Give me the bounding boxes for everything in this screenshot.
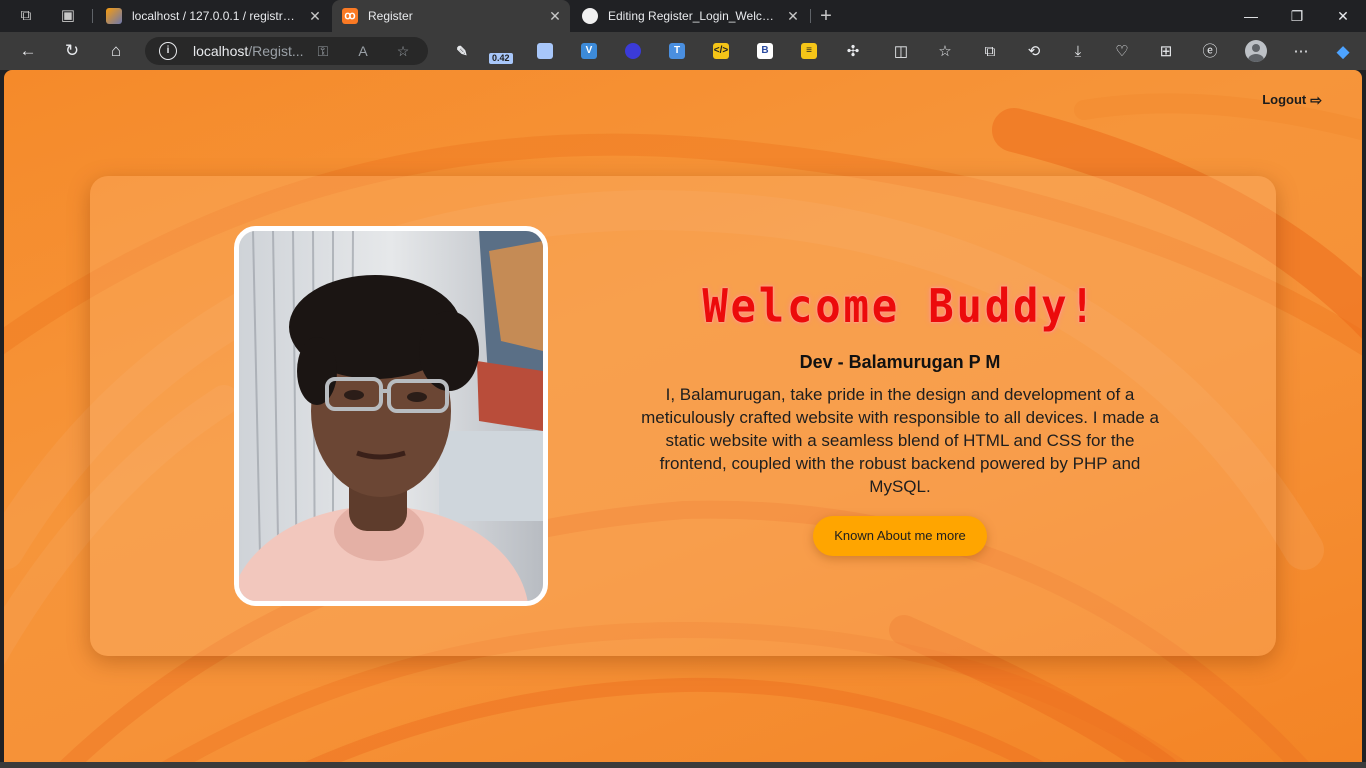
welcome-content: Welcome Buddy! Dev - Balamurugan P M I, … <box>630 278 1170 556</box>
close-tab-icon[interactable]: ✕ <box>548 0 562 32</box>
page-viewport: Logout ⇨ Welcome Buddy! Dev - Balamuruga… <box>4 70 1362 762</box>
welcome-card: Welcome Buddy! Dev - Balamurugan P M I, … <box>90 176 1276 656</box>
address-bar[interactable]: i localhost/Regist... ⚿ A ☆ <box>145 37 428 65</box>
extension-notes-icon[interactable]: ≡ <box>801 43 817 59</box>
restore-icon[interactable]: ❐ <box>1274 0 1320 32</box>
phpmyadmin-icon <box>106 8 122 24</box>
key-icon[interactable]: ⚿ <box>313 41 333 61</box>
refresh-icon[interactable]: ↻ <box>60 39 84 63</box>
tab-phpmyadmin[interactable]: localhost / 127.0.0.1 / registration ✕ <box>96 0 330 32</box>
tab-github[interactable]: Editing Register_Login_Welcome/ ✕ <box>572 0 808 32</box>
downloads-icon[interactable]: ⤓ <box>1067 41 1089 63</box>
xampp-icon: ꝏ <box>342 8 358 24</box>
extension-b-icon[interactable]: B <box>757 43 773 59</box>
split-screen-icon[interactable]: ◫ <box>890 41 912 63</box>
profile-avatar-icon[interactable] <box>1245 40 1267 62</box>
title-bar: ⧉ ▣ localhost / 127.0.0.1 / registration… <box>0 0 1366 32</box>
close-window-icon[interactable]: ✕ <box>1320 0 1366 32</box>
performance-icon[interactable]: ♡ <box>1111 41 1133 63</box>
extension-v-icon[interactable]: V <box>581 43 597 59</box>
logout-icon: ⇨ <box>1310 92 1322 108</box>
back-icon[interactable]: ← <box>16 39 40 63</box>
author-name: Dev - Balamurugan P M <box>799 352 1001 372</box>
tab-actions-icon[interactable]: ▣ <box>58 6 78 26</box>
extension-translate-icon[interactable]: T <box>669 43 685 59</box>
extension-code-icon[interactable]: </> <box>713 43 729 59</box>
address-host: localhost <box>193 43 249 59</box>
know-more-button[interactable]: Known About me more <box>813 516 987 556</box>
tab-register[interactable]: ꝏ Register ✕ <box>332 0 570 32</box>
home-icon[interactable]: ⌂ <box>104 39 128 63</box>
favorite-star-icon[interactable]: ☆ <box>393 41 413 61</box>
close-tab-icon[interactable]: ✕ <box>308 0 322 32</box>
collections-icon[interactable]: ⧉ <box>979 41 1001 63</box>
extension-doc-icon[interactable] <box>537 43 553 59</box>
logout-button[interactable]: Logout ⇨ <box>1262 92 1322 108</box>
close-tab-icon[interactable]: ✕ <box>786 0 800 32</box>
window-bottom-edge <box>0 762 1366 768</box>
welcome-title: Welcome Buddy! <box>702 279 1098 333</box>
extension-badge: 0.42 <box>489 53 513 64</box>
site-info-icon[interactable]: i <box>159 42 177 60</box>
read-aloud-icon[interactable]: A <box>353 41 373 61</box>
logout-label: Logout <box>1262 92 1307 107</box>
color-picker-icon[interactable]: ✎ <box>454 43 470 59</box>
apps-icon[interactable]: ⊞ <box>1155 41 1177 63</box>
new-tab-icon[interactable]: + <box>816 6 836 26</box>
toolbar: ← ↻ ⌂ i localhost/Regist... ⚿ A ☆ ✎ V T … <box>0 32 1366 70</box>
address-path: /Regist... <box>248 43 304 59</box>
workspaces-icon[interactable]: ⧉ <box>16 6 36 26</box>
tab-separator <box>810 9 811 23</box>
author-bio: I, Balamurugan, take pride in the design… <box>641 385 1159 496</box>
minimize-icon[interactable]: — <box>1228 0 1274 32</box>
tab-label: localhost / 127.0.0.1 / registration <box>132 9 300 23</box>
tab-label: Editing Register_Login_Welcome/ <box>608 9 778 23</box>
tab-separator <box>92 9 93 23</box>
extension-ring-icon[interactable] <box>625 43 641 59</box>
github-icon <box>582 8 598 24</box>
edge-bar-icon[interactable]: ⓔ <box>1199 41 1221 63</box>
more-menu-icon[interactable]: ⋯ <box>1290 41 1312 63</box>
history-icon[interactable]: ⟲ <box>1023 41 1045 63</box>
tab-label: Register <box>368 9 413 23</box>
extensions-puzzle-icon[interactable]: ✣ <box>842 41 864 63</box>
copilot-icon[interactable]: ◆ <box>1332 41 1354 63</box>
profile-photo-illustration <box>239 231 543 601</box>
favorites-icon[interactable]: ☆ <box>934 41 956 63</box>
address-url: localhost/Regist... <box>193 37 304 65</box>
profile-photo <box>234 226 548 606</box>
